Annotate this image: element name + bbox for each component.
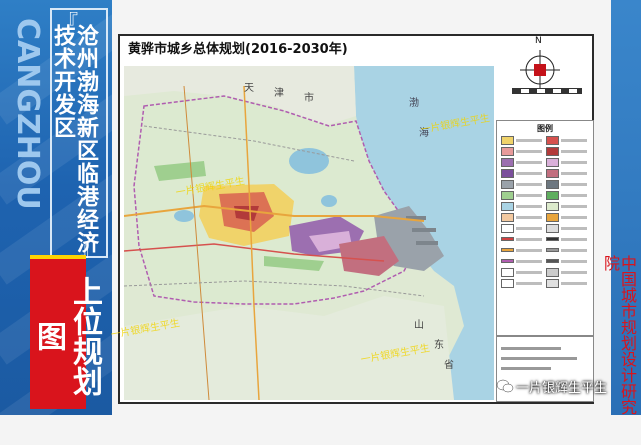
- section-label-box: 上位规划图: [30, 255, 102, 409]
- scale-bar: [512, 88, 582, 94]
- district-name: 沧州渤海新区临港经济技术开发区: [50, 24, 98, 254]
- north-label: N: [535, 36, 542, 46]
- legend-title: 图例: [537, 124, 553, 133]
- map-label-sheng: 省: [444, 358, 454, 371]
- legend-panel: 图例: [496, 120, 594, 336]
- map-label-jin: 津: [274, 87, 284, 99]
- map-label-tian: 天: [244, 83, 254, 94]
- map-label-shan: 山: [414, 319, 424, 331]
- map-label-dong: 东: [434, 338, 444, 351]
- wechat-icon: [496, 379, 514, 393]
- wechat-tag: 一片银辉生平生: [496, 374, 638, 398]
- map-label-shi: 市: [304, 91, 314, 104]
- city-english-name: CANGZHOU: [10, 18, 45, 210]
- section-label: 上位规划图: [31, 276, 102, 396]
- compass-panel: [496, 36, 592, 116]
- district-title-box: 『 沧州渤海新区临港经济技术开发区 』: [50, 8, 108, 261]
- lake: [321, 195, 337, 207]
- port-pier: [416, 241, 438, 245]
- lake: [174, 210, 194, 222]
- legend-grid: [501, 135, 591, 289]
- planning-map: 天 津 市 渤 海 山 东 省: [124, 66, 494, 400]
- map-title: 黄骅市城乡总体规划(2016-2030年): [128, 38, 348, 58]
- port-pier: [412, 228, 436, 232]
- wechat-account-name: 一片银辉生平生: [516, 380, 608, 396]
- map-label-bo: 渤: [409, 96, 419, 109]
